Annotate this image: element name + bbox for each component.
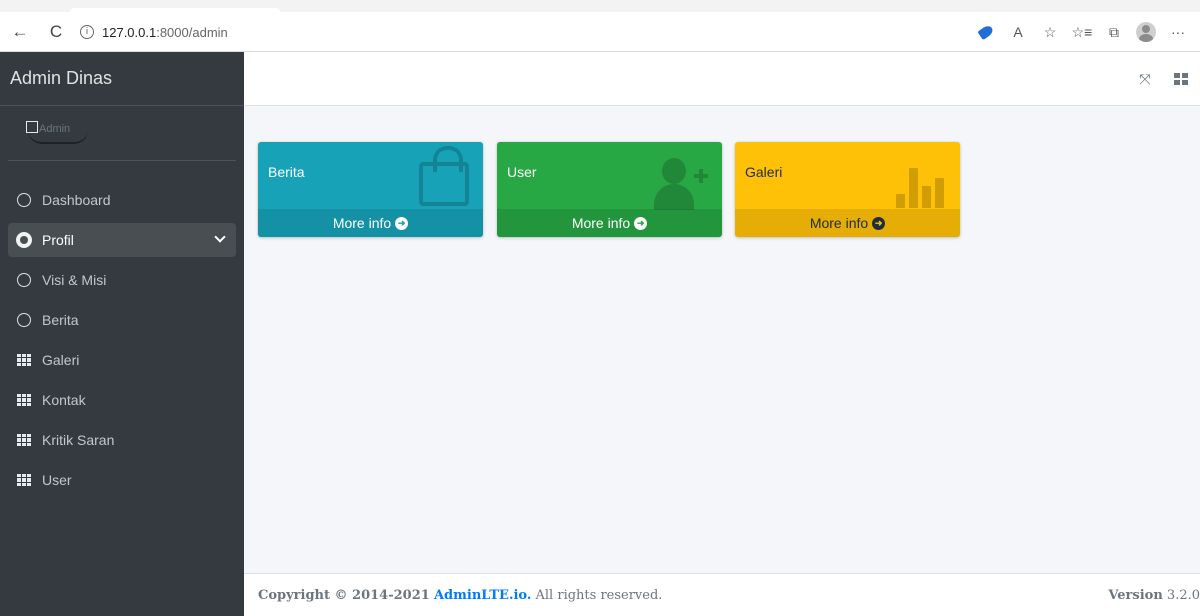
sidebar-item-label: Berita xyxy=(42,312,79,328)
top-navbar: ⤧ xyxy=(244,52,1200,106)
collections-icon[interactable]: ⧉ xyxy=(1098,18,1130,46)
back-arrow-icon[interactable]: ← xyxy=(6,18,34,46)
user-panel: Admin xyxy=(8,106,236,161)
sidebar-item-label: Kontak xyxy=(42,392,86,408)
sidebar-item-kontak[interactable]: Kontak xyxy=(8,383,236,417)
shopping-tag-icon[interactable] xyxy=(970,18,1002,46)
sidebar-item-profil[interactable]: Profil xyxy=(8,223,236,257)
user-plus-icon xyxy=(654,156,708,210)
sidebar-nav: Dashboard Profil Visi & Misi Berita Gale… xyxy=(0,183,244,497)
site-info-icon[interactable]: i xyxy=(80,25,94,39)
url-host: 127.0.0.1 xyxy=(102,24,157,40)
small-box-title: Galeri xyxy=(745,164,783,180)
rights-text: All rights reserved. xyxy=(535,587,663,603)
more-info-label: More info xyxy=(332,215,392,231)
version-label: Version xyxy=(1108,588,1163,603)
small-box-user[interactable]: User More info ➜ xyxy=(497,142,722,237)
small-box-title: User xyxy=(507,164,537,180)
small-box-galeri[interactable]: Galeri More info ➜ xyxy=(735,142,960,237)
version-info: Version 3.2.0 xyxy=(1108,588,1200,603)
sidebar-item-galeri[interactable]: Galeri xyxy=(8,343,236,377)
sidebar-item-kritik-saran[interactable]: Kritik Saran xyxy=(8,423,236,457)
sidebar-item-label: Kritik Saran xyxy=(42,432,115,448)
small-box-berita[interactable]: Berita More info ➜ xyxy=(258,142,483,237)
sidebar-item-dashboard[interactable]: Dashboard xyxy=(8,183,236,217)
sidebar: Admin Dinas Admin Dashboard Profil Visi … xyxy=(0,52,244,616)
bar-chart-icon xyxy=(896,156,946,208)
sidebar-item-label: Profil xyxy=(42,232,74,248)
th-icon xyxy=(16,432,32,448)
sidebar-item-label: Galeri xyxy=(42,352,80,368)
more-info-link[interactable]: More info ➜ xyxy=(735,209,960,237)
circle-icon xyxy=(16,312,32,328)
sidebar-item-visi-misi[interactable]: Visi & Misi xyxy=(8,263,236,297)
arrow-circle-right-icon: ➜ xyxy=(395,216,409,230)
browser-chrome: ← C i 127.0.0.1:8000/admin A ☆ ☆≡ ⧉ ··· xyxy=(0,0,1200,52)
page-footer: Copyright © 2014-2021 AdminLTE.io. All r… xyxy=(244,573,1200,616)
control-sidebar-icon[interactable] xyxy=(1174,73,1188,85)
sidebar-item-user[interactable]: User xyxy=(8,463,236,497)
th-icon xyxy=(16,352,32,368)
brand-text: Admin Dinas xyxy=(10,68,113,88)
avatar-decoration xyxy=(28,130,88,144)
version-value: 3.2.0 xyxy=(1166,588,1200,603)
fullscreen-icon[interactable]: ⤧ xyxy=(1138,71,1152,87)
circle-icon xyxy=(16,192,32,208)
more-info-label: More info xyxy=(571,215,631,231)
read-aloud-icon[interactable]: A xyxy=(1002,18,1034,46)
more-info-link[interactable]: More info ➜ xyxy=(258,209,483,237)
circle-icon xyxy=(16,272,32,288)
sidebar-item-label: User xyxy=(42,472,72,488)
address-bar-row: ← C i 127.0.0.1:8000/admin A ☆ ☆≡ ⧉ ··· xyxy=(0,12,1200,52)
favorites-icon[interactable]: ☆≡ xyxy=(1066,18,1098,46)
arrow-circle-right-icon: ➜ xyxy=(872,216,886,230)
chevron-down-icon xyxy=(214,231,226,243)
sidebar-item-berita[interactable]: Berita xyxy=(8,303,236,337)
shopping-bag-icon xyxy=(419,146,469,206)
profile-avatar-icon[interactable] xyxy=(1130,18,1162,46)
sidebar-item-label: Dashboard xyxy=(42,192,111,208)
add-favorite-icon[interactable]: ☆ xyxy=(1034,18,1066,46)
tachometer-icon xyxy=(16,232,32,248)
small-box-title: Berita xyxy=(268,164,305,180)
th-icon xyxy=(16,392,32,408)
more-info-link[interactable]: More info ➜ xyxy=(497,209,722,237)
address-bar[interactable]: 127.0.0.1:8000/admin xyxy=(102,20,970,44)
copyright-text: Copyright © 2014-2021 xyxy=(258,587,430,603)
reload-icon[interactable]: C xyxy=(42,18,70,46)
arrow-circle-right-icon: ➜ xyxy=(634,216,648,230)
browser-toolbar: A ☆ ☆≡ ⧉ ··· xyxy=(970,18,1194,46)
sidebar-item-label: Visi & Misi xyxy=(42,272,107,288)
brand-link[interactable]: Admin Dinas xyxy=(0,52,244,106)
main-content: Berita More info ➜ User More info ➜ Galeri… xyxy=(244,106,1200,573)
th-icon xyxy=(16,472,32,488)
tab-strip xyxy=(0,0,1200,12)
url-path: :8000/admin xyxy=(156,24,228,40)
more-info-label: More info xyxy=(809,215,869,231)
adminlte-link[interactable]: AdminLTE.io. xyxy=(434,588,531,603)
more-menu-icon[interactable]: ··· xyxy=(1162,18,1194,46)
